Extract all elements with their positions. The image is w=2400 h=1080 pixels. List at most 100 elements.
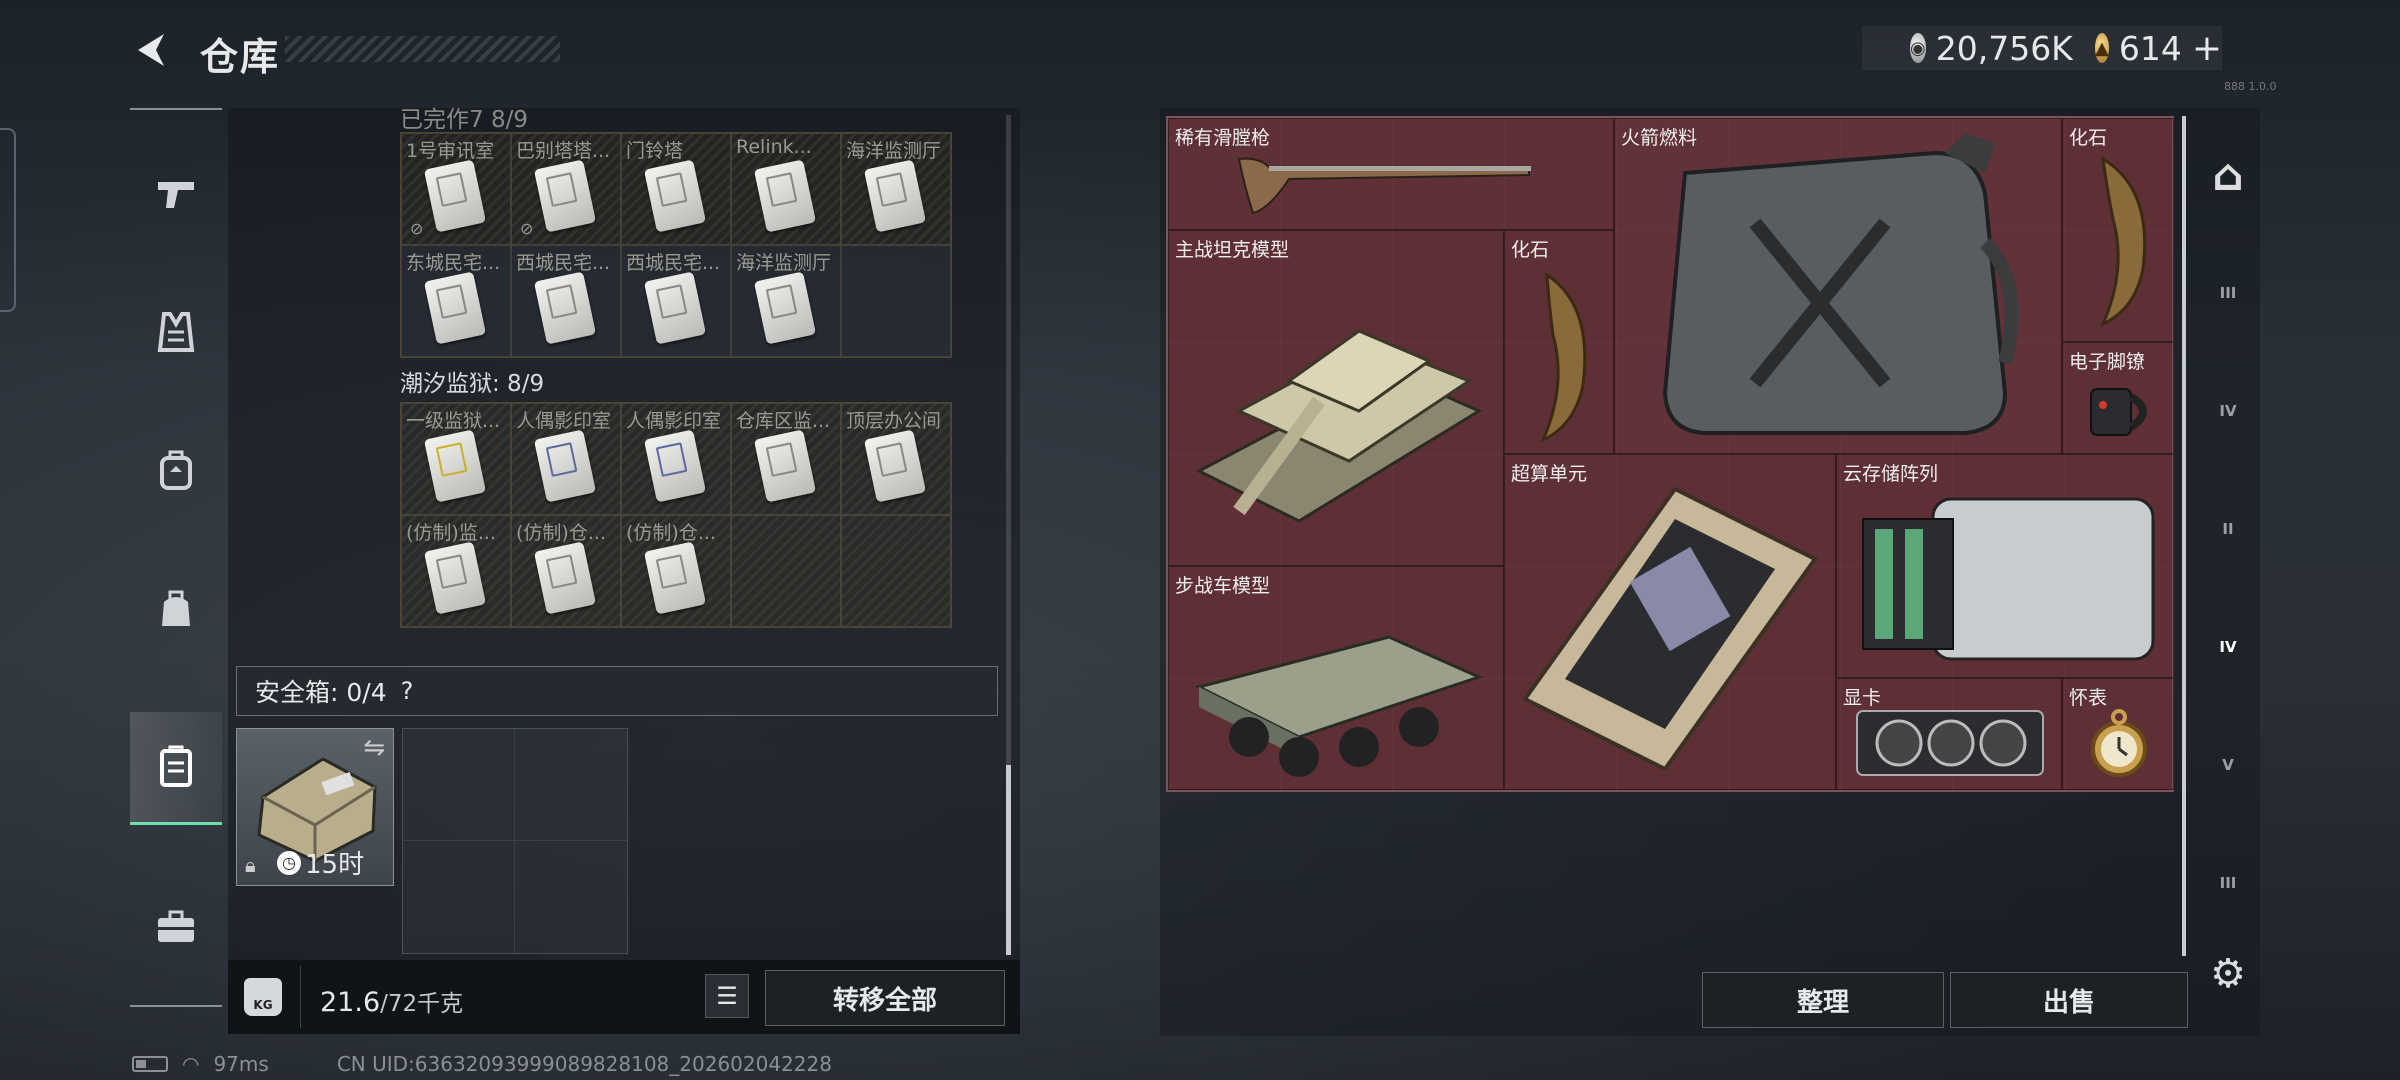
section-title-keycards-2: 潮汐监狱: 8/9 xyxy=(400,371,545,397)
storage-array-icon xyxy=(1862,497,2155,661)
page-title: 仓库 xyxy=(200,35,281,79)
list-view-button[interactable]: ☰ xyxy=(705,974,749,1018)
tier2-armor-icon: II xyxy=(2222,520,2234,538)
status-bar: ◠ 97ms CN UID:63632093999089828108_20260… xyxy=(132,1052,832,1076)
sell-button[interactable]: 出售 xyxy=(1950,972,2188,1028)
nav-divider xyxy=(130,1005,222,1007)
keycard-slot[interactable]: 门铃塔 xyxy=(621,133,731,245)
section-title-keycards-1: 已完作7 8/9 xyxy=(400,107,528,133)
keycard-slot[interactable]: 巴别塔塔... ⊘ xyxy=(511,133,621,245)
container-tab-tier4-folder[interactable]: IV xyxy=(2196,372,2260,450)
container-tab-tier4-safe[interactable]: IV xyxy=(2196,608,2260,686)
tier5-safe-icon: V xyxy=(2222,756,2234,774)
ankle-monitor-icon xyxy=(2090,388,2147,436)
help-icon[interactable]: ? xyxy=(401,677,414,705)
side-pull-tab[interactable] xyxy=(0,128,16,312)
item-graphics-card[interactable]: 显卡 xyxy=(1836,678,2062,790)
container-tab-tier3-armor[interactable]: III xyxy=(2196,254,2260,332)
keycard-slot[interactable]: (仿制)仓... xyxy=(511,515,621,627)
divider xyxy=(300,966,301,1028)
left-category-nav xyxy=(130,108,222,1008)
item-fossil-2[interactable]: 化石 xyxy=(1504,230,1614,454)
container-tab-tier3-box[interactable]: III xyxy=(2196,844,2260,922)
silver-coin-icon: ◉ xyxy=(1910,33,1926,63)
nav-toolbox[interactable] xyxy=(130,880,222,972)
keycard-slot[interactable]: 海洋监测厅 xyxy=(841,133,951,245)
transfer-all-button[interactable]: 转移全部 xyxy=(765,970,1005,1026)
keycard-slot[interactable]: 一级监狱... xyxy=(401,403,511,515)
right-container-nav: ⌂ III IV II IV V III xyxy=(2196,110,2260,970)
musket-icon xyxy=(1237,157,1531,215)
keycard-slot[interactable]: (仿制)仓... xyxy=(621,515,731,627)
nav-backpack[interactable] xyxy=(130,424,222,516)
title-decoration xyxy=(285,36,560,62)
swap-icon[interactable]: ⇋ xyxy=(363,733,385,763)
add-currency-button[interactable]: + xyxy=(2192,28,2222,69)
item-pocket-watch[interactable]: 怀表 xyxy=(2062,678,2174,790)
stash-scroll-thumb[interactable] xyxy=(1006,765,1011,955)
supercomputer-board-icon xyxy=(1522,486,1818,772)
weight-icon: KG xyxy=(244,978,282,1016)
item-fossil[interactable]: 化石 xyxy=(2062,118,2174,342)
keycard-slot[interactable]: 1号审讯室 ⊘ xyxy=(401,133,511,245)
item-ankle-monitor[interactable]: 电子脚镣 xyxy=(2062,342,2174,454)
keycard-slot[interactable]: 西城民宅... xyxy=(511,245,621,357)
keycard-slot[interactable]: (仿制)监... xyxy=(401,515,511,627)
keycard-icon xyxy=(753,429,817,503)
keycard-icon xyxy=(423,159,487,233)
nav-container[interactable] xyxy=(130,712,222,825)
keycard-slot[interactable]: Relink... xyxy=(731,133,841,245)
container-tab-arch[interactable]: ⌂ xyxy=(2196,136,2260,214)
safebox-empty-slots[interactable] xyxy=(402,728,628,954)
item-cloud-storage-array[interactable]: 云存储阵列 xyxy=(1836,454,2174,678)
keycard-grid-2: 一级监狱... 人偶影印室 人偶影印室 仓库区监... 顶层办公间 (仿制)监.… xyxy=(400,402,952,628)
gear-icon[interactable]: ⚙ xyxy=(2204,950,2252,998)
uid-text: CN UID:63632093999089828108_202602042228 xyxy=(336,1052,832,1076)
organize-button[interactable]: 整理 xyxy=(1702,972,1944,1028)
keycard-grid-1: 1号审讯室 ⊘ 巴别塔塔... ⊘ 门铃塔 Relink... 海洋监测厅 东城民宅… xyxy=(400,132,952,358)
tank-model-icon xyxy=(1195,329,1483,523)
timer-badge: ◷ 15时 xyxy=(277,844,364,881)
list-icon: ☰ xyxy=(716,982,738,1010)
no-image-icon: ⊘ xyxy=(520,219,534,238)
no-image-icon: ⊘ xyxy=(410,219,424,238)
container-scrollbar[interactable] xyxy=(2182,116,2186,956)
keycard-icon xyxy=(533,271,597,345)
keycard-icon xyxy=(643,271,707,345)
fossil-claw-icon xyxy=(1540,272,1587,444)
version-text: 888 1.0.0 xyxy=(2224,80,2277,93)
keycard-icon xyxy=(533,429,597,503)
keycard-slot[interactable]: 人偶影印室 xyxy=(621,403,731,515)
keycard-icon xyxy=(423,541,487,615)
container-tab-tier2-armor[interactable]: II xyxy=(2196,490,2260,568)
bag-icon xyxy=(162,590,190,626)
tier4-safe-icon: IV xyxy=(2219,638,2237,656)
back-icon[interactable] xyxy=(130,28,174,72)
item-rocket-fuel[interactable]: 火箭燃料 xyxy=(1614,118,2062,454)
keycard-slot[interactable]: 西城民宅... xyxy=(621,245,731,357)
keycard-slot[interactable]: 东城民宅... xyxy=(401,245,511,357)
keycard-slot[interactable]: 海洋监测厅 xyxy=(731,245,841,357)
nav-armor[interactable] xyxy=(130,286,222,378)
item-tank-model[interactable]: 主战坦克模型 xyxy=(1168,230,1504,566)
silver-amount: 20,756K xyxy=(1935,28,2073,68)
keycard-icon xyxy=(423,429,487,503)
keycard-slot[interactable]: 仓库区监... xyxy=(731,403,841,515)
nav-bag[interactable] xyxy=(130,562,222,654)
graphics-card-icon xyxy=(1856,710,2044,776)
item-supercomputer-unit[interactable]: 超算单元 xyxy=(1504,454,1836,790)
lock-icon: 🔒︎ xyxy=(245,853,256,877)
container-tab-tier5-safe[interactable]: V xyxy=(2196,726,2260,804)
currency-bar: ◉ 20,756K ▲ 614 + xyxy=(1862,26,2222,70)
keycard-icon xyxy=(423,271,487,345)
nav-weapons[interactable] xyxy=(130,148,222,240)
ifv-model-icon xyxy=(1194,635,1484,777)
safebox-slot[interactable]: ⇋ 🔒︎ ◷ 15时 xyxy=(236,728,394,886)
item-ifv-model[interactable]: 步战车模型 xyxy=(1168,566,1504,790)
gold-coin-icon: ▲ xyxy=(2094,33,2109,63)
keycard-slot[interactable]: 人偶影印室 xyxy=(511,403,621,515)
item-musket[interactable]: 稀有滑膛枪 xyxy=(1168,118,1614,230)
keycard-slot[interactable]: 顶层办公间 xyxy=(841,403,951,515)
vest-icon xyxy=(157,312,195,352)
keycard-icon xyxy=(643,429,707,503)
